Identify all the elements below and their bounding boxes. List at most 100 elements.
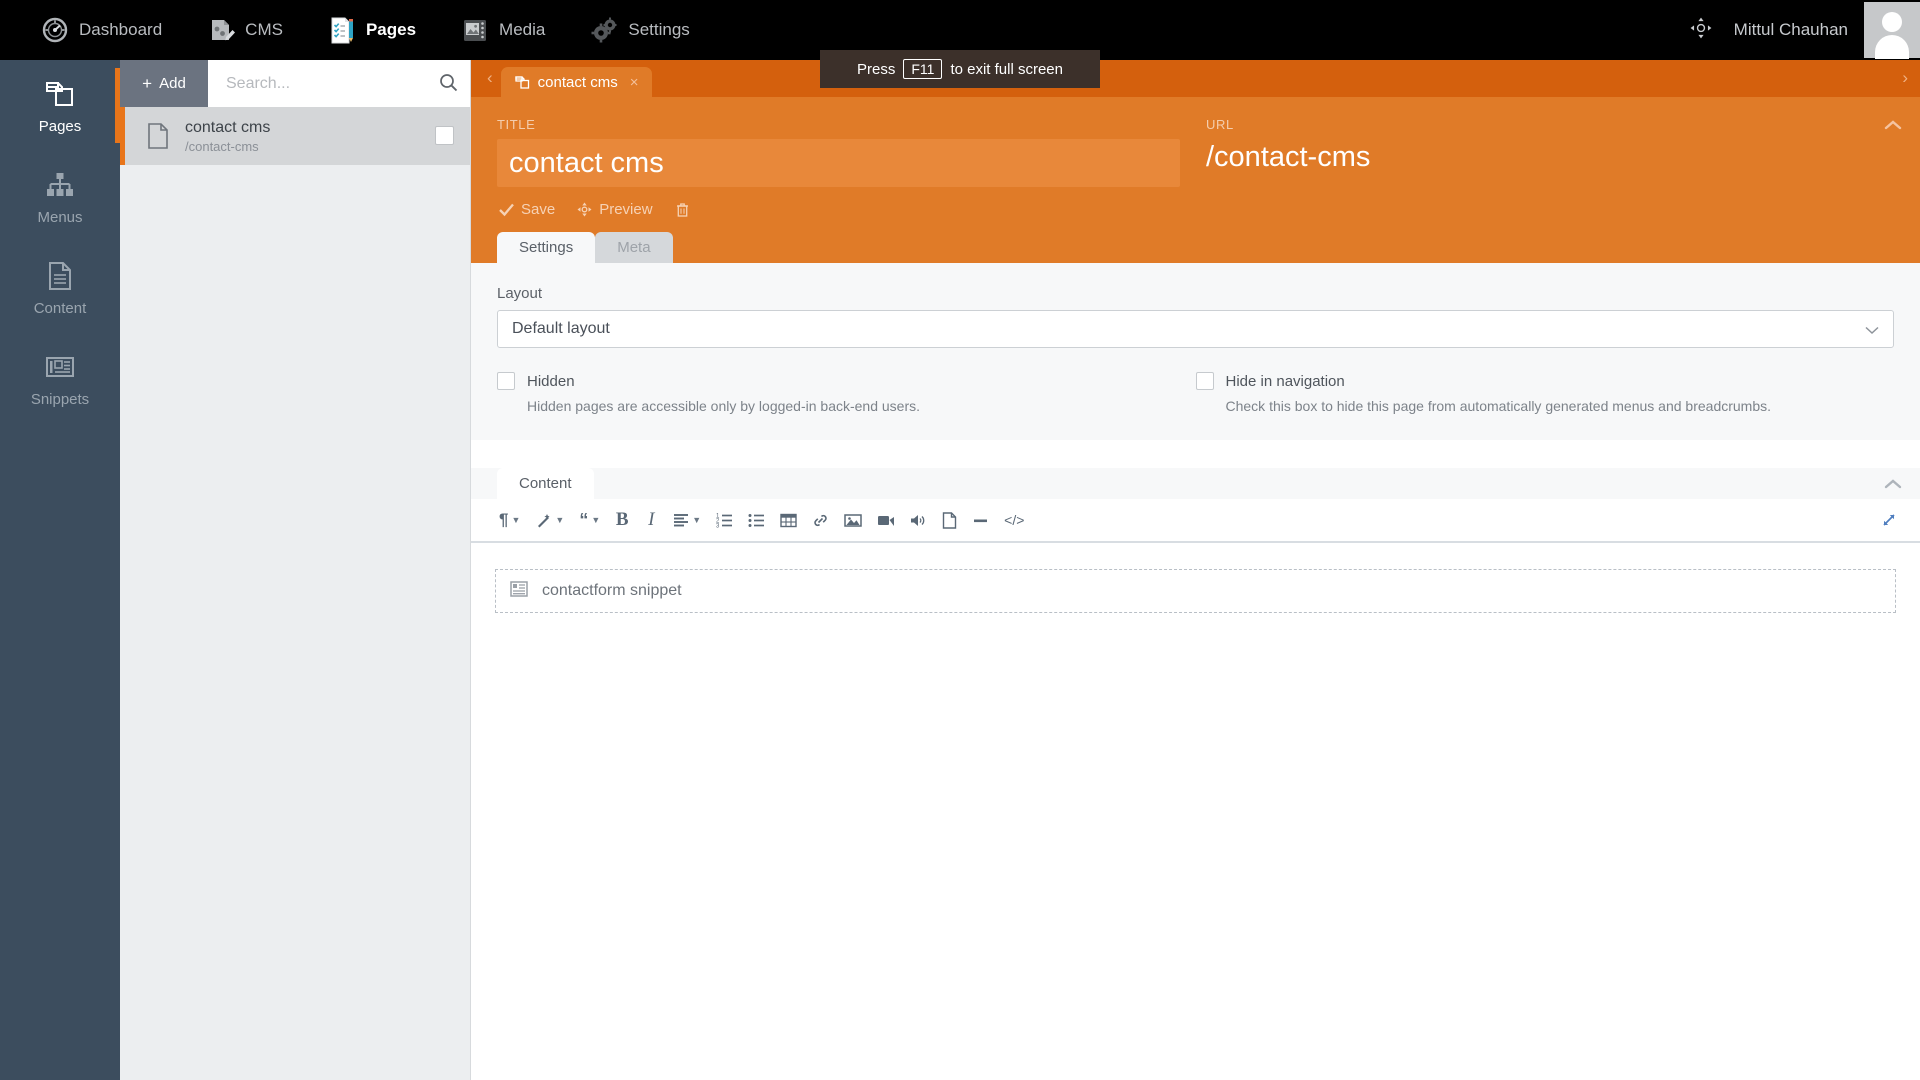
tab-strip-left-chevron-icon[interactable]: ‹ [487, 68, 501, 97]
snippet-layout-icon [43, 350, 77, 384]
video-button[interactable] [871, 505, 901, 535]
horizontal-rule-icon [972, 513, 989, 528]
fullscreen-expand-icon[interactable] [1880, 511, 1898, 534]
ordered-list-button[interactable]: 123 [710, 505, 739, 535]
hidden-label: Hidden [527, 372, 575, 390]
sidebar-item-label: Pages [38, 117, 82, 135]
hide-in-navigation-help-text: Check this box to hide this page from au… [1225, 398, 1772, 414]
video-icon [877, 513, 895, 527]
paragraph-format-icon: ¶ [499, 510, 509, 529]
hidden-checkbox[interactable] [497, 372, 515, 390]
magic-wand-button[interactable]: ▼ [529, 505, 570, 535]
trash-icon [676, 203, 688, 217]
table-button[interactable] [774, 505, 803, 535]
tab-content-label: Content [519, 475, 572, 492]
collapse-header-chevron-icon[interactable] [1884, 115, 1902, 136]
magic-wand-icon [535, 512, 552, 529]
pages-stack-icon [43, 77, 77, 111]
url-value[interactable]: /contact-cms [1206, 139, 1370, 174]
bold-button[interactable]: B [609, 505, 635, 535]
paragraph-format-button[interactable]: ¶ ▼ [493, 505, 526, 535]
quote-button[interactable]: “ ▼ [573, 505, 606, 535]
page-list-toolbar: + Add [120, 60, 470, 107]
link-icon [812, 513, 829, 528]
url-field-group: URL /contact-cms [1206, 117, 1370, 220]
nav-item-label: Pages [365, 20, 417, 39]
tab-meta[interactable]: Meta [595, 232, 673, 263]
avatar-head [1882, 12, 1902, 32]
list-item-title: contact cms [185, 118, 271, 136]
search-icon[interactable] [439, 73, 458, 92]
pages-icon [327, 15, 357, 45]
title-input[interactable] [497, 139, 1180, 187]
page-actions: Save Preview [497, 187, 1180, 220]
settings-checkbox-row: Hidden Hidden pages are accessible only … [497, 372, 1894, 414]
url-label: URL [1206, 117, 1234, 132]
settings-panel: Layout Default layout Hidden Hidden page… [471, 263, 1920, 440]
list-item[interactable]: contact cms /contact-cms [120, 107, 470, 165]
unordered-list-button[interactable] [742, 505, 771, 535]
save-button[interactable]: Save [499, 201, 555, 218]
delete-button[interactable] [675, 202, 690, 217]
hide-in-navigation-checkline: Hide in navigation [1195, 372, 1895, 390]
collapse-content-chevron-icon[interactable] [1884, 474, 1902, 495]
nav-item-label: Dashboard [79, 20, 163, 39]
tab-settings-label: Settings [519, 239, 574, 256]
sidebar-item-content[interactable]: Content [0, 242, 120, 333]
layout-select-value: Default layout [512, 320, 610, 337]
nav-item-cms[interactable]: CMS [184, 0, 305, 60]
list-item-checkbox[interactable] [435, 126, 454, 145]
editor-body[interactable]: contactform snippet [471, 543, 1920, 663]
preview-arrows-icon [577, 202, 592, 217]
snippet-block-icon [510, 580, 528, 602]
audio-button[interactable] [904, 505, 933, 535]
search-input[interactable] [208, 60, 470, 107]
tooltip-prefix: Press [857, 60, 896, 78]
horizontal-rule-button[interactable] [966, 505, 995, 535]
tab-content[interactable]: Content [497, 468, 594, 499]
preview-button[interactable]: Preview [577, 201, 653, 218]
title-field-group: TITLE Save [497, 117, 1180, 220]
move-arrows-icon[interactable] [1688, 15, 1718, 45]
nav-item-pages[interactable]: Pages [305, 0, 438, 60]
tab-settings[interactable]: Settings [497, 232, 596, 263]
content-tabs: Content [471, 468, 1920, 499]
align-icon [673, 513, 689, 527]
add-button-label: Add [159, 75, 186, 92]
image-button[interactable] [838, 505, 868, 535]
svg-text:3: 3 [716, 523, 720, 528]
nav-item-media[interactable]: Media [438, 0, 567, 60]
avatar[interactable] [1864, 2, 1920, 59]
italic-button[interactable]: I [638, 505, 664, 535]
nav-item-dashboard[interactable]: Dashboard [18, 0, 184, 60]
tooltip-suffix: to exit full screen [950, 60, 1063, 78]
tooltip-key: F11 [903, 59, 943, 79]
avatar-body [1875, 35, 1909, 59]
sidebar-item-snippets[interactable]: Snippets [0, 333, 120, 424]
ordered-list-icon: 123 [716, 513, 733, 528]
nav-item-settings[interactable]: Settings [567, 0, 711, 60]
add-page-button[interactable]: + Add [120, 60, 208, 107]
align-button[interactable]: ▼ [667, 505, 707, 535]
list-item-url: /contact-cms [185, 138, 259, 154]
unordered-list-icon [748, 513, 765, 528]
chevron-down-icon: ▼ [511, 515, 521, 525]
snippet-block[interactable]: contactform snippet [495, 569, 1896, 613]
code-button[interactable]: </> [998, 505, 1030, 535]
hide-in-navigation-checkbox[interactable] [1195, 372, 1214, 390]
hidden-checkbox-group: Hidden Hidden pages are accessible only … [497, 372, 1196, 414]
nav-item-label: Media [499, 20, 546, 39]
layout-select[interactable]: Default layout [497, 310, 1894, 348]
settings-gear-icon [589, 15, 619, 45]
close-icon[interactable]: × [630, 74, 639, 91]
editor-tab-contact-cms[interactable]: contact cms × [500, 67, 653, 97]
bold-icon: B [615, 509, 629, 530]
chevron-down-icon: ▼ [591, 515, 601, 525]
nav-item-label: Settings [628, 20, 690, 39]
file-button[interactable] [936, 505, 963, 535]
sidebar-item-pages[interactable]: Pages [0, 60, 120, 151]
link-button[interactable] [806, 505, 835, 535]
tab-strip-right-chevron-icon[interactable]: › [1902, 68, 1908, 88]
sidebar-item-menus[interactable]: Menus [0, 151, 120, 242]
media-icon [460, 15, 490, 45]
